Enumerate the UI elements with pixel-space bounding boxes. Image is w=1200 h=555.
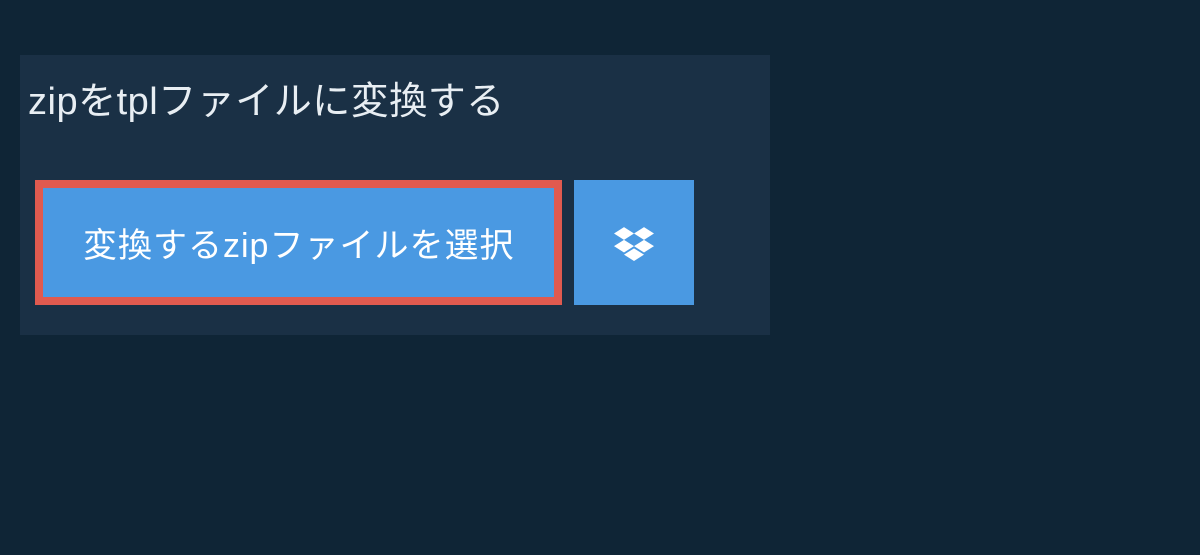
select-file-label: 変換するzipファイルを選択 — [83, 218, 514, 267]
converter-panel: zipをtplファイルに変換する 変換するzipファイルを選択 — [20, 55, 770, 335]
heading-container: zipをtplファイルに変換する — [20, 55, 525, 140]
page-title: zipをtplファイルに変換する — [28, 70, 505, 125]
select-file-button[interactable]: 変換するzipファイルを選択 — [35, 180, 562, 305]
dropbox-icon — [614, 223, 654, 263]
dropbox-button[interactable] — [574, 180, 694, 305]
button-row: 変換するzipファイルを選択 — [35, 180, 770, 305]
